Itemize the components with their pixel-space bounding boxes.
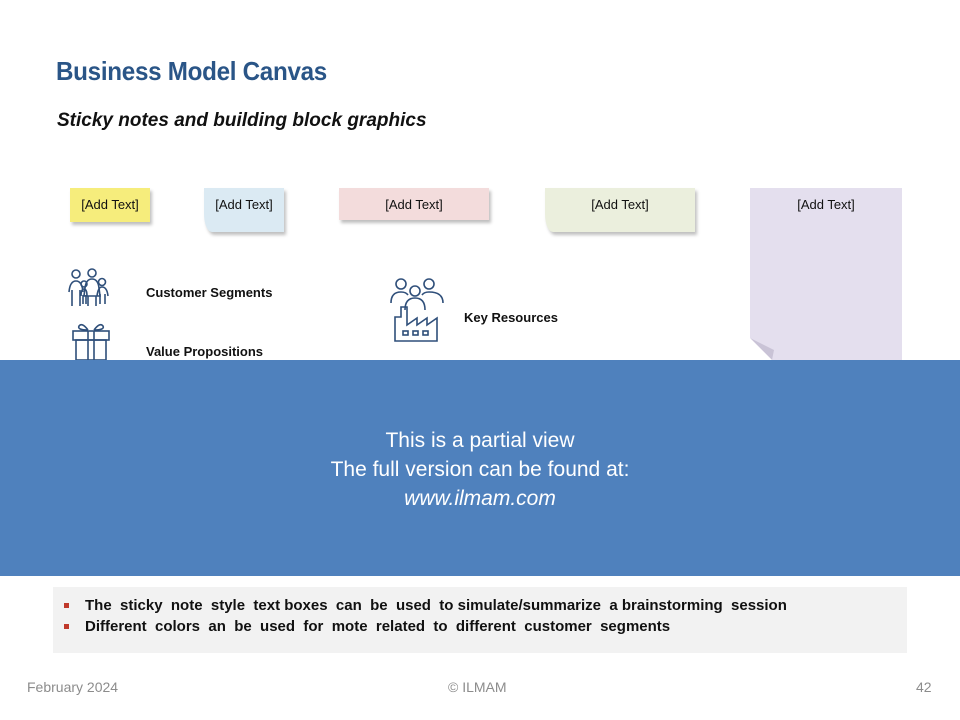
gift-icon	[72, 323, 110, 360]
sticky-note-pink[interactable]: [Add Text]	[339, 188, 489, 220]
family-icon	[68, 268, 109, 306]
sticky-note-yellow[interactable]: [Add Text]	[70, 188, 150, 222]
banner-url-link[interactable]: www.ilmam.com	[0, 484, 960, 513]
partial-view-banner: This is a partial view The full version …	[0, 360, 960, 576]
factory-people-icon	[390, 278, 444, 342]
bullet-text: The sticky note style text boxes can be …	[85, 597, 787, 614]
banner-line-2: The full version can be found at:	[330, 458, 630, 481]
page-curl-icon	[750, 338, 774, 360]
banner-line-1: This is a partial view	[385, 429, 575, 452]
bullet-square-icon	[64, 624, 69, 629]
sticky-note-green[interactable]: [Add Text]	[545, 188, 695, 232]
footer-copyright: © ILMAM	[448, 679, 507, 695]
bullet-item: Different colors an be used for mote rel…	[63, 616, 907, 637]
sticky-note-lavender[interactable]: [Add Text]	[750, 188, 902, 360]
slide-title: Business Model Canvas	[56, 56, 327, 86]
key-resources-label: Key Resources	[464, 310, 558, 325]
bullet-square-icon	[64, 603, 69, 608]
bullet-text: Different colors an be used for mote rel…	[85, 618, 671, 635]
bullet-item: The sticky note style text boxes can be …	[63, 595, 907, 616]
value-propositions-label: Value Propositions	[146, 344, 264, 359]
sticky-note-lavender-text: [Add Text]	[797, 197, 855, 212]
footer-page-number: 42	[916, 679, 932, 695]
customer-segments-label: Customer Segments	[146, 285, 273, 300]
notes-bullet-box: The sticky note style text boxes can be …	[53, 587, 907, 653]
slide-subtitle: Sticky notes and building block graphics	[57, 110, 427, 131]
sticky-note-blue[interactable]: [Add Text]	[204, 188, 284, 232]
footer-date: February 2024	[27, 679, 119, 695]
